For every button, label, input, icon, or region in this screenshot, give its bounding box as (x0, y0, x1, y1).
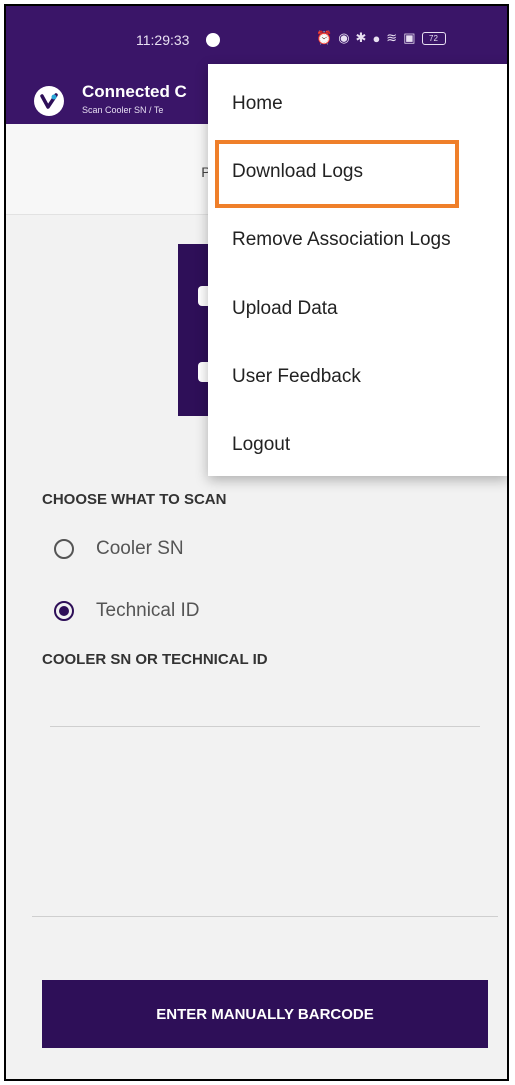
menu-item-logout[interactable]: Logout (232, 434, 290, 456)
status-icons: ⏰ ◉ ✱ ● ≋ ▣ 72 (316, 30, 446, 46)
menu-item-home[interactable]: Home (232, 93, 283, 115)
alarm-icon: ⏰ (316, 30, 333, 45)
radio-label-cooler-sn: Cooler SN (96, 538, 184, 559)
location-icon: ● (372, 30, 381, 46)
battery-icon: 72 (421, 31, 446, 45)
radio-button-technical-id[interactable] (54, 601, 74, 621)
radio-label-technical-id: Technical ID (96, 600, 200, 621)
wifi-icon: ≋ (386, 30, 398, 45)
menu-item-remove-association-logs[interactable]: Remove Association Logs (232, 229, 451, 251)
sim-icon: ▣ (403, 30, 416, 45)
app-logo-icon (34, 86, 64, 116)
overflow-menu: Home Download Logs Remove Association Lo… (208, 64, 507, 476)
radio-option-cooler-sn[interactable]: Cooler SN (54, 534, 184, 564)
menu-item-upload-data[interactable]: Upload Data (232, 298, 338, 320)
app-title: Connected C (82, 82, 187, 101)
radio-button-cooler-sn[interactable] (54, 539, 74, 559)
cooler-sn-field-label: COOLER SN OR TECHNICAL ID (42, 651, 268, 668)
radio-option-technical-id[interactable]: Technical ID (54, 596, 200, 626)
app-screen: 11:29:33 ⏰ ◉ ✱ ● ≋ ▣ 72 Connected C Scan… (4, 4, 509, 1081)
app-subtitle: Scan Cooler SN / Te (82, 105, 164, 115)
menu-item-user-feedback[interactable]: User Feedback (232, 366, 361, 388)
app-notification-icon (206, 33, 220, 47)
vibrate-icon: ◉ (338, 30, 350, 45)
choose-scan-title: CHOOSE WHAT TO SCAN (42, 491, 227, 508)
status-time: 11:29:33 (136, 32, 190, 48)
enter-manually-barcode-button[interactable]: ENTER MANUALLY BARCODE (42, 980, 488, 1048)
bluetooth-icon: ✱ (355, 30, 367, 45)
menu-item-download-logs[interactable]: Download Logs (232, 161, 363, 183)
cooler-sn-input[interactable] (50, 726, 480, 727)
status-bar: 11:29:33 ⏰ ◉ ✱ ● ≋ ▣ 72 (6, 6, 507, 68)
divider (32, 916, 498, 917)
